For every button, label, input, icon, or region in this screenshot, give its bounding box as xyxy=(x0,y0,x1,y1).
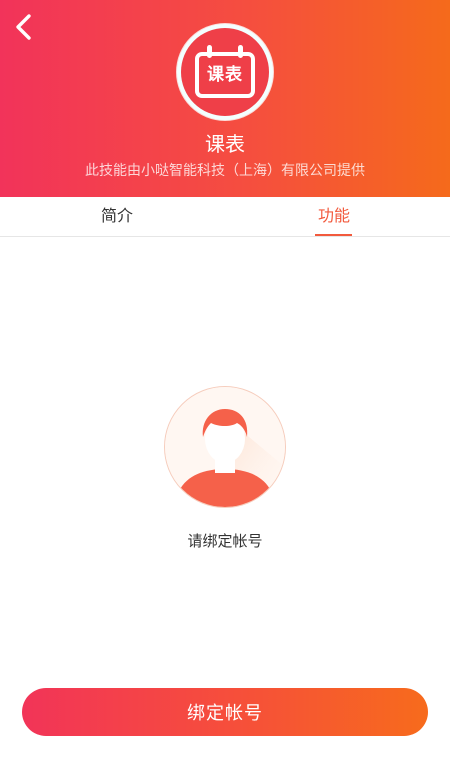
tab-intro[interactable]: 简介 xyxy=(92,197,142,236)
tab-function[interactable]: 功能 xyxy=(309,197,359,236)
back-button[interactable] xyxy=(8,10,42,44)
header: 课表 课表 此技能由小哒智能科技（上海）有限公司提供 xyxy=(0,0,450,197)
user-avatar-icon xyxy=(164,386,286,508)
app-icon-label: 课表 xyxy=(207,64,243,85)
bind-account-hint: 请绑定帐号 xyxy=(187,532,263,550)
bind-account-button[interactable]: 绑定帐号 xyxy=(22,688,428,736)
tab-bar: 简介 功能 xyxy=(0,197,450,237)
active-tab-indicator xyxy=(315,234,352,236)
app-icon-background: 课表 xyxy=(181,28,269,116)
calendar-icon: 课表 xyxy=(195,45,255,98)
chevron-left-icon xyxy=(16,14,31,40)
app-icon: 课表 xyxy=(177,24,273,120)
calendar-ring-right xyxy=(238,45,243,58)
calendar-ring-left xyxy=(207,45,212,58)
app-title: 课表 xyxy=(205,132,245,156)
app-provider: 此技能由小哒智能科技（上海）有限公司提供 xyxy=(85,163,365,179)
